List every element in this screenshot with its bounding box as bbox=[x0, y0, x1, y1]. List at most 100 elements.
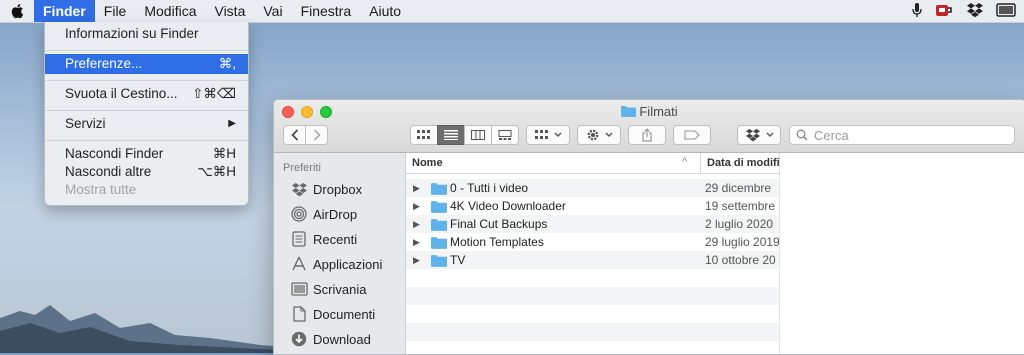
chevron-down-icon bbox=[554, 132, 561, 137]
disclosure-triangle-icon[interactable]: ▶ bbox=[413, 255, 420, 266]
file-name: 0 - Tutti i video bbox=[450, 181, 529, 195]
menu-file[interactable]: File bbox=[95, 0, 136, 22]
gallery-view-icon bbox=[498, 130, 512, 140]
applications-icon bbox=[289, 256, 309, 272]
file-date: 10 ottobre 20 bbox=[705, 253, 776, 267]
list-header: Nome ^ Data di modifica bbox=[406, 153, 779, 174]
search-icon bbox=[796, 129, 808, 141]
menu-separator bbox=[45, 50, 248, 51]
sidebar-item-scrivania[interactable]: Scrivania bbox=[289, 279, 366, 299]
column-name-header[interactable]: Nome bbox=[412, 157, 443, 169]
group-grid-icon bbox=[534, 130, 548, 139]
file-name: TV bbox=[450, 253, 466, 267]
sidebar-item-recenti[interactable]: Recenti bbox=[289, 229, 357, 249]
file-date: 19 settembre bbox=[705, 199, 776, 213]
icon-grid-icon bbox=[417, 130, 430, 139]
apple-menu-icon[interactable] bbox=[0, 0, 34, 22]
menu-vai[interactable]: Vai bbox=[254, 0, 291, 22]
chevron-down-icon bbox=[605, 132, 612, 137]
menu-vista[interactable]: Vista bbox=[205, 0, 254, 22]
window-title: Filmati bbox=[274, 104, 1024, 119]
sidebar-item-dropbox[interactable]: Dropbox bbox=[289, 179, 362, 199]
back-button[interactable] bbox=[283, 125, 306, 145]
menu-separator bbox=[45, 140, 248, 141]
menu-item-informazioni[interactable]: Informazioni su Finder bbox=[45, 24, 248, 44]
sidebar-item-airdrop[interactable]: AirDrop bbox=[289, 204, 357, 224]
sidebar-item-label: Recenti bbox=[313, 231, 358, 247]
tag-icon bbox=[684, 130, 700, 140]
tags-button[interactable] bbox=[673, 125, 711, 145]
file-list: Nome ^ Data di modifica ▶ 0 - Tutti i vi… bbox=[406, 153, 779, 354]
menu-finder[interactable]: Finder bbox=[34, 0, 95, 22]
sidebar-item-download[interactable]: Download bbox=[289, 329, 371, 349]
column-divider[interactable] bbox=[700, 153, 701, 173]
sidebar-item-label: Scrivania bbox=[313, 281, 367, 297]
sidebar-item-applicazioni[interactable]: Applicazioni bbox=[289, 254, 382, 274]
empty-row bbox=[406, 305, 779, 323]
column-date-header[interactable]: Data di modifica bbox=[707, 157, 779, 169]
menu-item-servizi[interactable]: Servizi ▶ bbox=[45, 114, 248, 134]
display-icon[interactable] bbox=[996, 2, 1016, 21]
view-gallery-button[interactable] bbox=[491, 125, 519, 145]
menu-item-nascondi-altre[interactable]: Nascondi altre ⌥⌘H bbox=[45, 162, 248, 182]
disclosure-triangle-icon[interactable]: ▶ bbox=[413, 219, 420, 230]
dropbox-icon bbox=[289, 181, 309, 197]
chevron-right-icon bbox=[313, 129, 321, 141]
menu-separator bbox=[45, 80, 248, 81]
microphone-icon[interactable] bbox=[912, 2, 922, 21]
table-row[interactable]: ▶ 0 - Tutti i video 29 dicembre bbox=[406, 179, 779, 197]
submenu-arrow-icon: ▶ bbox=[228, 118, 236, 129]
view-icons-button[interactable] bbox=[410, 125, 438, 145]
group-by-button[interactable] bbox=[526, 125, 570, 145]
sidebar-item-documenti[interactable]: Documenti bbox=[289, 304, 375, 324]
folder-icon bbox=[431, 201, 447, 213]
file-date: 29 luglio 2019 bbox=[705, 235, 779, 249]
menu-item-svuota-cestino[interactable]: Svuota il Cestino... ⇧⌘⌫ bbox=[45, 84, 248, 104]
download-icon bbox=[289, 331, 309, 347]
finder-menu-dropdown: Informazioni su Finder Preferenze... ⌘, … bbox=[44, 22, 249, 206]
dropbox-icon bbox=[745, 128, 760, 142]
folder-icon bbox=[431, 183, 447, 195]
forward-button[interactable] bbox=[305, 125, 328, 145]
menu-finestra[interactable]: Finestra bbox=[292, 0, 361, 22]
empty-row bbox=[406, 269, 779, 287]
search-input[interactable] bbox=[812, 126, 1006, 144]
folder-icon bbox=[621, 106, 637, 117]
table-row[interactable]: ▶ Final Cut Backups 2 luglio 2020 bbox=[406, 215, 779, 233]
menu-item-nascondi-finder[interactable]: Nascondi Finder ⌘H bbox=[45, 144, 248, 164]
window-titlebar[interactable]: Filmati bbox=[274, 100, 1024, 153]
dropbox-toolbar-button[interactable] bbox=[737, 125, 781, 145]
file-name: Motion Templates bbox=[450, 235, 544, 249]
file-name: Final Cut Backups bbox=[450, 217, 548, 231]
disclosure-triangle-icon[interactable]: ▶ bbox=[413, 237, 420, 248]
sidebar-item-label: Download bbox=[313, 331, 371, 347]
coffee-cup-icon[interactable] bbox=[934, 2, 954, 21]
folder-icon bbox=[431, 219, 447, 231]
action-menu-button[interactable] bbox=[577, 125, 621, 145]
dropbox-icon[interactable] bbox=[966, 2, 984, 21]
sidebar-item-label: Documenti bbox=[313, 306, 376, 322]
view-columns-button[interactable] bbox=[464, 125, 492, 145]
menu-bar: Finder File Modifica Vista Vai Finestra … bbox=[0, 0, 1024, 23]
menu-modifica[interactable]: Modifica bbox=[135, 0, 205, 22]
share-button[interactable] bbox=[628, 125, 666, 145]
folder-icon bbox=[431, 237, 447, 249]
sidebar: Preferiti Dropbox AirDrop Recenti Applic… bbox=[274, 153, 406, 354]
preview-pane bbox=[779, 153, 1024, 354]
table-row[interactable]: ▶ TV 10 ottobre 20 bbox=[406, 251, 779, 269]
empty-row bbox=[406, 287, 779, 305]
menu-aiuto[interactable]: Aiuto bbox=[360, 0, 410, 22]
empty-row bbox=[406, 323, 779, 341]
search-field[interactable] bbox=[789, 125, 1015, 145]
columns-view-icon bbox=[471, 130, 485, 140]
folder-icon bbox=[431, 255, 447, 267]
disclosure-triangle-icon[interactable]: ▶ bbox=[413, 183, 420, 194]
view-list-button[interactable] bbox=[437, 125, 465, 145]
chevron-down-icon bbox=[766, 132, 773, 137]
menu-separator bbox=[45, 110, 248, 111]
table-row[interactable]: ▶ 4K Video Downloader 19 settembre bbox=[406, 197, 779, 215]
menu-item-preferenze[interactable]: Preferenze... ⌘, bbox=[45, 54, 248, 74]
table-row[interactable]: ▶ Motion Templates 29 luglio 2019 bbox=[406, 233, 779, 251]
file-name: 4K Video Downloader bbox=[450, 199, 566, 213]
disclosure-triangle-icon[interactable]: ▶ bbox=[413, 201, 420, 212]
